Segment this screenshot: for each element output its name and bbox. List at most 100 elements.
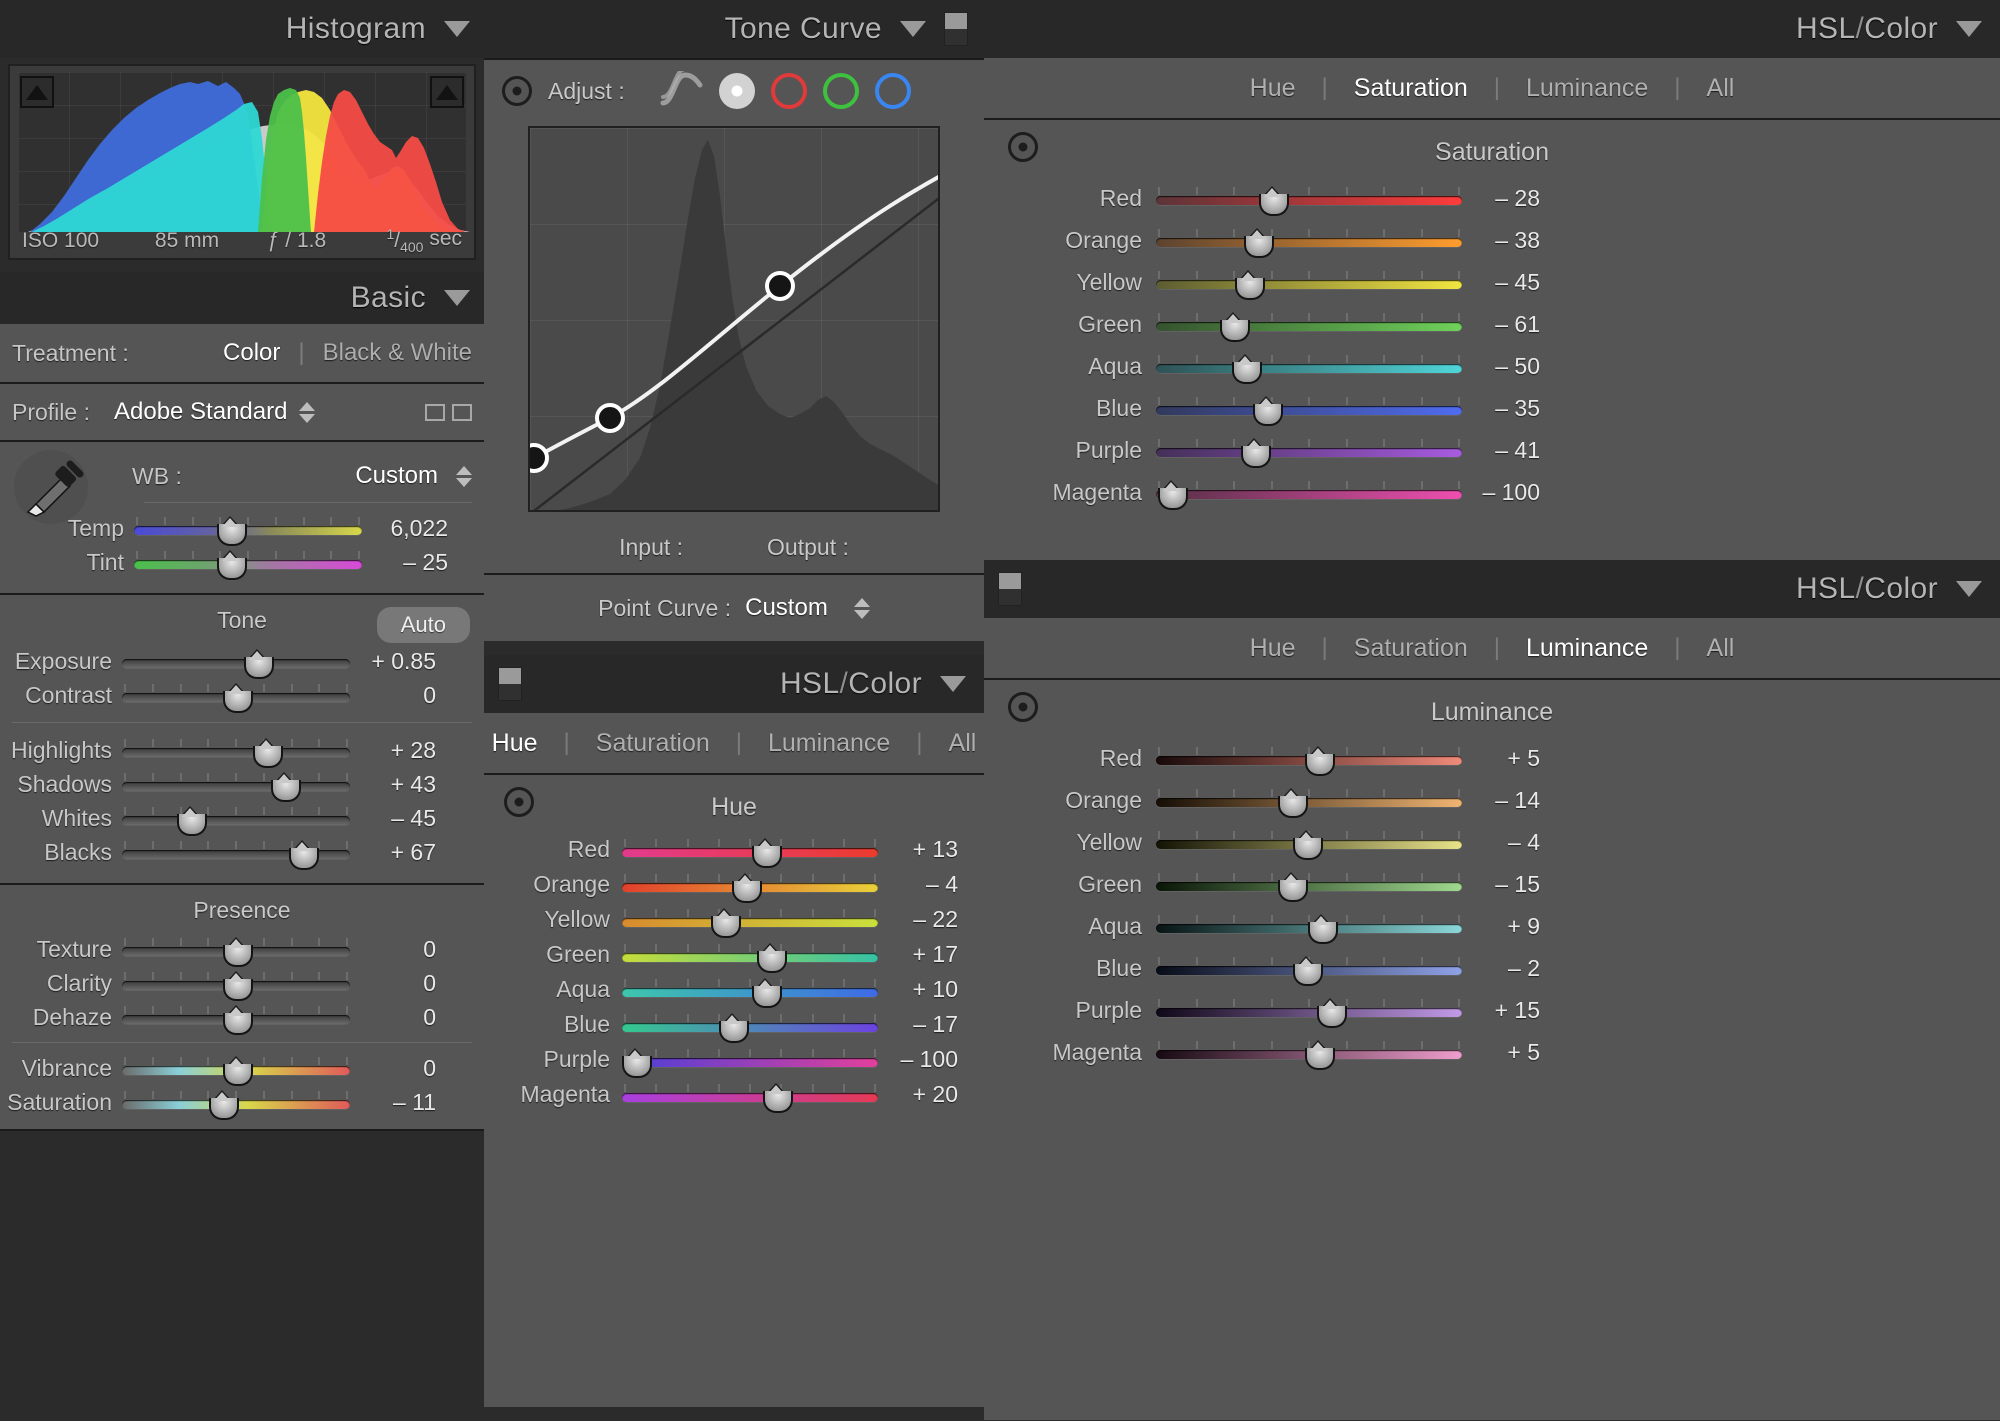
green-channel-icon[interactable] xyxy=(822,73,859,109)
auto-tone-button[interactable]: Auto xyxy=(376,607,470,643)
profile-value[interactable]: Adobe Standard xyxy=(114,398,287,426)
slider-value[interactable]: + 28 xyxy=(350,737,454,764)
slider-value[interactable]: – 17 xyxy=(878,1011,972,1038)
slider-knob[interactable] xyxy=(621,1047,652,1078)
slider-track[interactable] xyxy=(1156,993,1462,1028)
slider-value[interactable]: + 17 xyxy=(878,941,972,968)
slider-track[interactable] xyxy=(122,767,350,802)
slider-knob[interactable] xyxy=(209,1090,240,1120)
slider-track[interactable] xyxy=(621,1043,878,1078)
slider-value[interactable]: – 45 xyxy=(1462,269,1558,296)
histogram-panel-header[interactable]: Histogram xyxy=(0,0,484,58)
slider-knob[interactable] xyxy=(752,977,783,1008)
panel-solo-toggle[interactable] xyxy=(498,667,522,701)
eyedropper-icon[interactable] xyxy=(14,450,88,524)
slider-knob[interactable] xyxy=(1253,396,1284,426)
slider-value[interactable]: + 9 xyxy=(1462,913,1558,940)
slider-knob[interactable] xyxy=(270,772,301,802)
slider-track[interactable] xyxy=(622,938,878,973)
rgb-channel-icon[interactable] xyxy=(718,73,755,109)
slider-knob[interactable] xyxy=(177,806,208,836)
shadow-clipping-icon[interactable] xyxy=(20,76,54,108)
slider-track[interactable] xyxy=(134,545,362,580)
slider-value[interactable]: + 13 xyxy=(878,836,972,863)
slider-track[interactable] xyxy=(1156,349,1462,384)
slider-track[interactable] xyxy=(1156,951,1462,986)
tab-saturation[interactable]: Saturation xyxy=(1328,634,1494,663)
slider-track[interactable] xyxy=(122,1000,350,1035)
slider-value[interactable]: – 14 xyxy=(1462,787,1558,814)
slider-value[interactable]: – 100 xyxy=(1462,479,1558,506)
targeted-adjustment-icon[interactable] xyxy=(504,787,534,817)
targeted-adjustment-icon[interactable] xyxy=(1008,132,1038,162)
slider-track[interactable] xyxy=(122,678,350,713)
slider-value[interactable]: 0 xyxy=(350,1055,454,1082)
slider-track[interactable] xyxy=(1156,223,1462,258)
slider-knob[interactable] xyxy=(1305,1040,1336,1070)
slider-knob[interactable] xyxy=(223,1056,253,1086)
tab-saturation[interactable]: Saturation xyxy=(570,729,736,758)
slider-track[interactable] xyxy=(622,1008,878,1043)
slider-value[interactable]: – 100 xyxy=(878,1046,972,1073)
chevron-down-icon[interactable] xyxy=(444,21,470,37)
slider-track[interactable] xyxy=(1156,307,1462,342)
profile-dropdown-icon[interactable] xyxy=(299,401,316,423)
slider-value[interactable]: – 41 xyxy=(1462,437,1558,464)
slider-track[interactable] xyxy=(1156,181,1462,216)
slider-value[interactable]: + 67 xyxy=(350,839,454,866)
tab-all[interactable]: All xyxy=(1681,74,1761,103)
tab-saturation[interactable]: Saturation xyxy=(1328,74,1494,103)
slider-value[interactable]: + 20 xyxy=(878,1081,972,1108)
targeted-adjustment-icon[interactable] xyxy=(502,76,532,106)
basic-panel-header[interactable]: Basic xyxy=(0,272,484,324)
slider-track[interactable] xyxy=(622,833,878,868)
point-curve-value[interactable]: Custom xyxy=(745,594,828,622)
slider-track[interactable] xyxy=(1156,741,1462,776)
slider-track[interactable] xyxy=(122,835,350,870)
tab-luminance[interactable]: Luminance xyxy=(1500,634,1674,663)
treatment-option-color[interactable]: Color xyxy=(223,339,280,367)
slider-knob[interactable] xyxy=(731,872,762,903)
tab-hue[interactable]: Hue xyxy=(1224,634,1322,663)
slider-value[interactable]: + 0.85 xyxy=(350,648,454,675)
slider-knob[interactable] xyxy=(711,907,742,938)
slider-value[interactable]: – 38 xyxy=(1462,227,1558,254)
slider-knob[interactable] xyxy=(289,840,320,870)
slider-track[interactable] xyxy=(1156,783,1462,818)
slider-value[interactable]: – 25 xyxy=(362,549,466,576)
parametric-curve-icon[interactable] xyxy=(659,66,703,112)
slider-track[interactable] xyxy=(1156,391,1462,426)
slider-knob[interactable] xyxy=(1234,270,1265,300)
slider-knob[interactable] xyxy=(1308,914,1339,944)
slider-value[interactable]: – 11 xyxy=(350,1089,454,1116)
slider-track[interactable] xyxy=(622,903,878,938)
slider-knob[interactable] xyxy=(1243,228,1274,258)
panel-solo-toggle[interactable] xyxy=(998,572,1022,606)
slider-knob[interactable] xyxy=(1259,186,1290,216)
tab-hue[interactable]: Hue xyxy=(466,729,564,758)
slider-value[interactable]: – 15 xyxy=(1462,871,1558,898)
slider-track[interactable] xyxy=(122,966,350,1001)
slider-value[interactable]: + 5 xyxy=(1462,1039,1558,1066)
slider-knob[interactable] xyxy=(1292,956,1323,986)
slider-knob[interactable] xyxy=(757,942,788,973)
slider-knob[interactable] xyxy=(223,683,253,713)
slider-track[interactable] xyxy=(134,511,362,546)
slider-track[interactable] xyxy=(1156,475,1462,510)
slider-knob[interactable] xyxy=(1231,354,1262,384)
slider-value[interactable]: 0 xyxy=(350,936,454,963)
slider-track[interactable] xyxy=(122,1085,350,1120)
slider-track[interactable] xyxy=(1156,1035,1462,1070)
histogram-display[interactable]: ISO 100 85 mm ƒ / 1.8 1/400 sec xyxy=(8,64,476,260)
slider-track[interactable] xyxy=(122,644,350,679)
slider-value[interactable]: – 28 xyxy=(1462,185,1558,212)
slider-knob[interactable] xyxy=(216,516,247,546)
slider-value[interactable]: + 5 xyxy=(1462,745,1558,772)
slider-value[interactable]: – 2 xyxy=(1462,955,1558,982)
chevron-down-icon[interactable] xyxy=(940,676,966,692)
chevron-down-icon[interactable] xyxy=(1956,581,1982,597)
slider-knob[interactable] xyxy=(1305,746,1336,776)
slider-value[interactable]: – 35 xyxy=(1462,395,1558,422)
slider-track[interactable] xyxy=(622,868,878,903)
slider-value[interactable]: 0 xyxy=(350,1004,454,1031)
